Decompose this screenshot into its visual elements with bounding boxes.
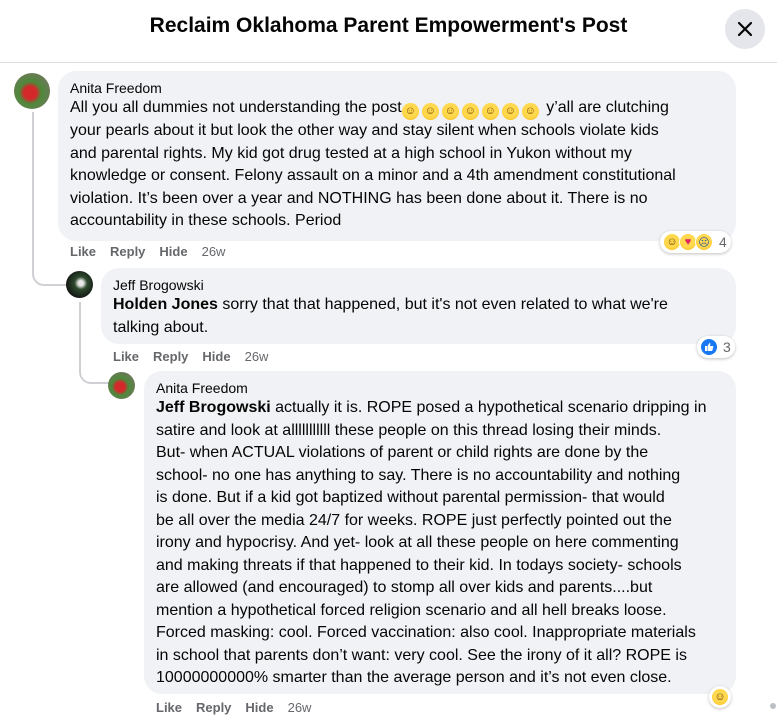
comment-text-line: and parental rights. My kid got drug tes… bbox=[70, 144, 632, 162]
like-reaction-icon bbox=[700, 338, 718, 356]
comment-text-line: mention a hypothetical forced religion s… bbox=[156, 601, 667, 619]
comment-text: Jeff Brogowski actually it is. ROPE pose… bbox=[156, 397, 724, 690]
hide-button[interactable]: Hide bbox=[202, 349, 230, 364]
comment-text-line: sorry that that happened, but it's not e… bbox=[217, 296, 668, 313]
laughing-emoji-icon: ☺ bbox=[421, 103, 439, 120]
reaction-summary[interactable]: 3 bbox=[697, 336, 735, 358]
comment-text-line: All you all dummies not understanding th… bbox=[70, 99, 402, 116]
like-button[interactable]: Like bbox=[156, 700, 182, 715]
close-icon bbox=[737, 21, 753, 37]
comment-bubble: Anita Freedom All you all dummies not un… bbox=[58, 71, 736, 241]
scrollbar-thumb[interactable] bbox=[770, 703, 776, 709]
thread-connector bbox=[32, 266, 66, 286]
reply-button[interactable]: Reply bbox=[153, 349, 188, 364]
avatar[interactable] bbox=[66, 271, 93, 298]
comment-text-line: talking about. bbox=[113, 318, 209, 336]
comment-text-line: But- when ACTUAL violations of parent or… bbox=[156, 444, 649, 461]
laughing-emoji-row: ☺ ☺ ☺ ☺ ☺ ☺ ☺ bbox=[401, 99, 542, 120]
comment-timestamp[interactable]: 26w bbox=[202, 244, 226, 259]
thread-line bbox=[32, 112, 34, 268]
mention-link[interactable]: Jeff Brogowski bbox=[156, 399, 271, 416]
mention-link[interactable]: Holden Jones bbox=[113, 296, 218, 313]
laughing-emoji-icon: ☺ bbox=[401, 103, 419, 120]
comment-actions: Like Reply Hide 26w bbox=[113, 349, 268, 364]
comment-author[interactable]: Anita Freedom bbox=[156, 379, 724, 397]
reply-button[interactable]: Reply bbox=[196, 700, 231, 715]
comment-actions: Like Reply Hide 26w bbox=[156, 700, 311, 715]
comment-text-line: irony and hypocrisy. And yet- look at al… bbox=[156, 534, 679, 551]
dialog-title: Reclaim Oklahoma Parent Empowerment's Po… bbox=[149, 14, 628, 37]
comment-text-line: y’all are clutching bbox=[541, 99, 669, 116]
comment-timestamp[interactable]: 26w bbox=[288, 700, 312, 715]
reaction-summary[interactable]: ☺ ♥ ☹ 4 bbox=[660, 231, 731, 253]
comment-author[interactable]: Jeff Brogowski bbox=[113, 276, 724, 294]
comment-text: All you all dummies not understanding th… bbox=[70, 97, 724, 233]
comment-text-line: actually it is. ROPE posed a hypothetica… bbox=[270, 399, 707, 416]
comment-text: Holden Jones sorry that that happened, b… bbox=[113, 294, 724, 339]
avatar[interactable] bbox=[14, 73, 50, 109]
comment-timestamp[interactable]: 26w bbox=[245, 349, 269, 364]
post-dialog-header: Reclaim Oklahoma Parent Empowerment's Po… bbox=[0, 0, 777, 63]
reply-button[interactable]: Reply bbox=[110, 244, 145, 259]
reaction-count: 4 bbox=[719, 234, 727, 250]
comment-text-line: knowledge or consent. Felony assault on … bbox=[70, 167, 676, 184]
laughing-emoji-icon: ☺ bbox=[481, 103, 499, 120]
comment-bubble: Jeff Brogowski Holden Jones sorry that t… bbox=[101, 268, 736, 344]
avatar[interactable] bbox=[108, 372, 135, 399]
comment-text-line: is done. But if a kid got baptized witho… bbox=[156, 489, 665, 506]
thread-connector bbox=[79, 364, 109, 384]
comment-text-line: and making threats if that happened to t… bbox=[156, 556, 682, 574]
haha-reaction-icon: ☺ bbox=[711, 688, 729, 706]
comment-text-line: satire and look at alllllllllll these pe… bbox=[156, 421, 662, 439]
comment-text-line: school- no one has anything to say. Ther… bbox=[156, 466, 681, 484]
comment-text-line: be all over the media 24/7 for weeks. RO… bbox=[156, 511, 672, 529]
comment-text-line: Forced masking: cool. Forced vaccination… bbox=[156, 624, 696, 641]
comment-text-line: accountability in these schools. Period bbox=[70, 212, 342, 229]
reaction-summary[interactable]: ☺ bbox=[709, 686, 731, 708]
like-button[interactable]: Like bbox=[70, 244, 96, 259]
close-button[interactable] bbox=[725, 9, 765, 49]
like-button[interactable]: Like bbox=[113, 349, 139, 364]
laughing-emoji-icon: ☺ bbox=[501, 103, 519, 120]
hide-button[interactable]: Hide bbox=[159, 244, 187, 259]
laughing-emoji-icon: ☺ bbox=[441, 103, 459, 120]
reaction-count: 3 bbox=[723, 339, 731, 355]
comment-text-line: are allowed (and encouraged) to stomp al… bbox=[156, 579, 653, 596]
laughing-emoji-icon: ☺ bbox=[461, 103, 479, 120]
comment-text-line: your pearls about it but look the other … bbox=[70, 122, 659, 139]
thread-line bbox=[79, 302, 81, 366]
laughing-emoji-icon: ☺ bbox=[521, 103, 539, 120]
comment-actions: Like Reply Hide 26w bbox=[70, 244, 225, 259]
sad-reaction-icon: ☹ bbox=[695, 233, 713, 251]
comment-text-line: 10000000000% smarter than the average pe… bbox=[156, 669, 672, 686]
hide-button[interactable]: Hide bbox=[245, 700, 273, 715]
comment-text-line: violation. It’s been over a year and NOT… bbox=[70, 189, 648, 207]
comment-text-line: in school that parents don’t want: very … bbox=[156, 646, 687, 664]
comment-bubble: Anita Freedom Jeff Brogowski actually it… bbox=[144, 371, 736, 694]
comment-author[interactable]: Anita Freedom bbox=[70, 79, 724, 97]
